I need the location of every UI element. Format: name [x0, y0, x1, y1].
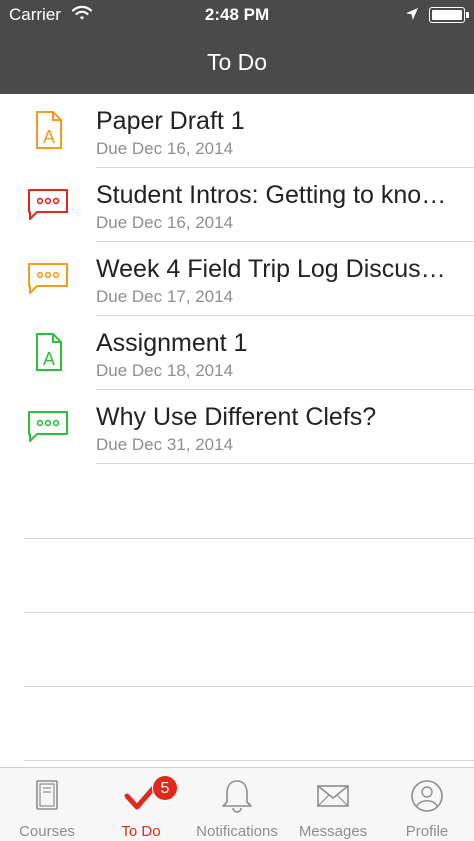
empty-row-divider — [24, 760, 474, 761]
status-bar: Carrier 2:48 PM — [0, 0, 474, 30]
assignment-icon: A — [36, 333, 62, 371]
tab-profile[interactable]: Profile — [380, 768, 474, 841]
svg-text:A: A — [43, 349, 55, 369]
empty-row-divider — [24, 686, 474, 687]
tab-label: Messages — [298, 823, 368, 840]
profile-icon — [411, 780, 443, 812]
discussion-icon — [28, 263, 68, 294]
list-item[interactable]: Why Use Different Clefs? Due Dec 31, 201… — [0, 390, 474, 464]
todo-list: A Paper Draft 1 Due Dec 16, 2014 Student… — [0, 94, 474, 464]
location-arrow-icon — [406, 8, 418, 20]
tab-label: Profile — [405, 823, 449, 840]
nav-bar: To Do — [0, 30, 474, 94]
row-divider — [96, 463, 474, 464]
envelope-icon — [317, 785, 349, 807]
discussion-icon — [28, 189, 68, 220]
list-item[interactable]: A Assignment 1 Due Dec 18, 2014 — [0, 316, 474, 390]
item-title: Student Intros: Getting to know one anot… — [96, 181, 456, 209]
tab-label: To Do — [121, 823, 161, 840]
page-title: To Do — [206, 49, 268, 75]
status-time: 2:48 PM — [204, 5, 270, 24]
bell-icon — [222, 780, 252, 813]
item-title: Why Use Different Clefs? — [96, 403, 377, 431]
item-due-date: Due Dec 16, 2014 — [96, 139, 234, 158]
list-item[interactable]: A Paper Draft 1 Due Dec 16, 2014 — [0, 94, 474, 168]
tab-label: Notifications — [196, 823, 278, 840]
item-due-date: Due Dec 31, 2014 — [96, 435, 234, 454]
item-due-date: Due Dec 17, 2014 — [96, 287, 234, 306]
item-due-date: Due Dec 18, 2014 — [96, 361, 234, 380]
tab-courses[interactable]: Courses — [0, 768, 94, 841]
battery-icon — [429, 7, 469, 23]
svg-text:A: A — [43, 127, 55, 147]
list-item[interactable]: Student Intros: Getting to know one anot… — [0, 168, 474, 242]
item-title: Week 4 Field Trip Log Discussion — [96, 255, 456, 283]
tab-notifications[interactable]: Notifications — [188, 768, 286, 841]
item-title: Paper Draft 1 — [96, 107, 245, 135]
empty-row-divider — [24, 538, 474, 539]
todo-count-badge: 5 — [152, 775, 178, 801]
assignment-icon: A — [36, 111, 62, 149]
item-title: Assignment 1 — [96, 329, 248, 357]
empty-row-divider — [24, 612, 474, 613]
list-item[interactable]: Week 4 Field Trip Log Discussion Due Dec… — [0, 242, 474, 316]
tab-messages[interactable]: Messages — [286, 768, 380, 841]
tab-label: Courses — [19, 823, 75, 840]
tab-bar: Courses To Do 5 Notifications Messages P… — [0, 767, 474, 841]
discussion-icon — [28, 411, 68, 442]
courses-icon — [36, 780, 58, 810]
item-due-date: Due Dec 16, 2014 — [96, 213, 234, 232]
